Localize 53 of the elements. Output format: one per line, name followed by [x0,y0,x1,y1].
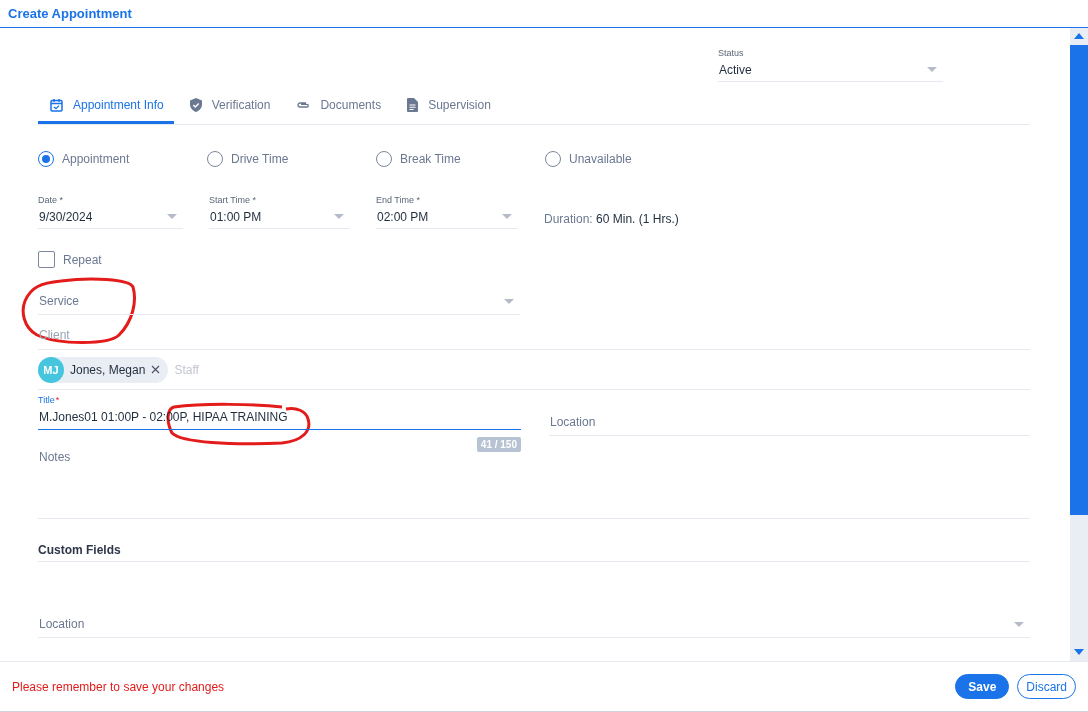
scrollbar-thumb[interactable] [1070,45,1088,515]
status-label: Status [718,48,745,58]
tab[interactable]: Verification [177,88,281,124]
document-icon [407,97,419,112]
title-label: Title* [38,395,61,405]
field-label: End Time * [376,195,422,205]
avatar: MJ [38,356,64,383]
staff-chip[interactable]: MJ Jones, Megan [38,356,169,383]
caret-icon [502,214,512,219]
radio-label: Appointment [62,152,130,166]
radio-label: Break Time [400,152,461,166]
radio-option[interactable]: Drive Time [207,148,376,170]
caret-icon [1014,622,1024,627]
chip-label: Jones, Megan [70,362,146,377]
close-icon[interactable] [151,365,161,374]
duration-text: Duration: 60 Min. (1 Hrs.) [544,211,680,226]
client-field[interactable]: Client [38,315,1030,350]
dialog-title: Create Appointment [8,6,132,21]
character-counter: 41 / 150 [476,437,521,452]
radio-option[interactable]: Appointment [38,148,207,170]
location-dropdown[interactable]: Location [38,611,1030,638]
radio-option[interactable]: Break Time [376,148,545,170]
radio-label: Unavailable [569,152,632,166]
time-dropdown[interactable]: 9/30/2024 [38,205,183,229]
tab[interactable]: Appointment Info [38,88,174,124]
tab[interactable]: Supervision [395,88,501,124]
scrollbar[interactable] [1070,28,1088,661]
save-button[interactable]: Save [955,674,1010,699]
field-label: Date * [38,195,65,205]
time-dropdown[interactable]: 01:00 PM [209,205,350,229]
notes-field[interactable]: Notes [38,450,1030,519]
section-heading: Custom Fields [38,543,1030,562]
scroll-up-icon[interactable] [1074,33,1084,39]
staff-field[interactable]: Staff [174,362,1030,377]
caret-icon [927,67,937,72]
discard-button[interactable]: Discard [1017,674,1076,699]
shield-icon [189,97,202,112]
calendar-icon [50,97,63,112]
caret-icon [167,214,177,219]
scroll-down-icon[interactable] [1074,649,1084,655]
time-dropdown[interactable]: 02:00 PM [376,205,518,229]
location-field[interactable]: Location [549,408,1030,436]
service-dropdown[interactable]: Service [38,288,520,315]
reminder-text: Please remember to save your changes [12,679,225,694]
field-label: Start Time * [209,195,258,205]
tab[interactable]: Documents [284,88,392,124]
repeat-checkbox[interactable]: Repeat [38,251,108,268]
caret-icon [334,214,344,219]
paperclip-icon [296,100,311,109]
caret-icon [504,299,514,304]
radio-option[interactable]: Unavailable [545,148,714,170]
status-dropdown[interactable]: Active [718,58,943,82]
radio-label: Drive Time [231,152,289,166]
